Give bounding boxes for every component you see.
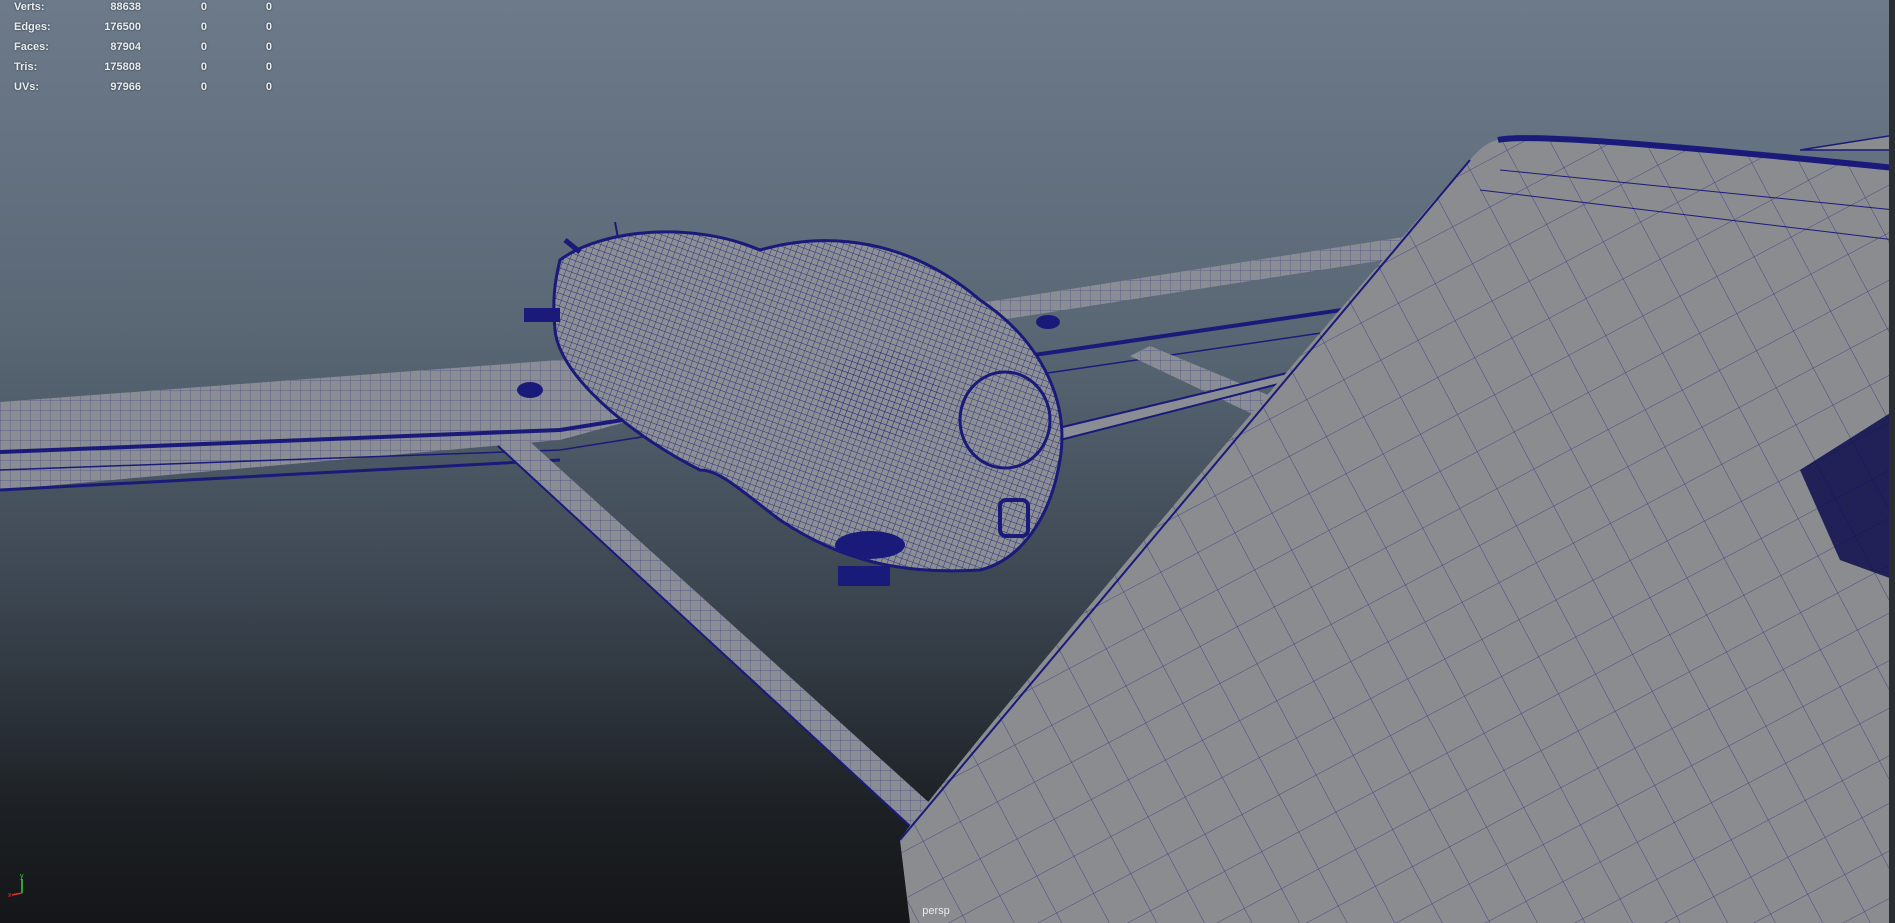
hud-selected: 0 bbox=[200, 21, 207, 33]
hud-selected-alt: 0 bbox=[265, 1, 272, 13]
hud-label: Edges: bbox=[14, 21, 51, 33]
right-wing-foreground bbox=[899, 134, 1895, 923]
hud-selected: 0 bbox=[200, 1, 207, 13]
hud-total: 175808 bbox=[104, 61, 141, 73]
hud-label: Verts: bbox=[14, 1, 45, 13]
hud-total: 87904 bbox=[110, 41, 141, 53]
hud-row-faces: Faces: 87904 0 0 bbox=[12, 40, 272, 60]
hud-label: Tris: bbox=[14, 61, 38, 73]
hud-total: 97966 bbox=[110, 81, 141, 93]
hud-selected-alt: 0 bbox=[265, 61, 272, 73]
hud-selected: 0 bbox=[200, 61, 207, 73]
poly-count-hud: Verts: 88638 0 0 Edges: 176500 0 0 Faces… bbox=[12, 0, 272, 100]
hud-label: Faces: bbox=[14, 41, 49, 53]
drone-wireframe-model[interactable] bbox=[0, 0, 1895, 923]
axis-gizmo-icon: y x bbox=[8, 873, 24, 897]
hud-selected: 0 bbox=[200, 81, 207, 93]
hud-total: 176500 bbox=[104, 21, 141, 33]
hud-total: 88638 bbox=[110, 1, 141, 13]
camera-name-label: persp bbox=[922, 905, 950, 917]
hud-row-verts: Verts: 88638 0 0 bbox=[12, 0, 272, 20]
hud-selected-alt: 0 bbox=[265, 41, 272, 53]
hud-row-tris: Tris: 175808 0 0 bbox=[12, 60, 272, 80]
hud-row-edges: Edges: 176500 0 0 bbox=[12, 20, 272, 40]
hud-label: UVs: bbox=[14, 81, 40, 93]
hud-selected-alt: 0 bbox=[265, 81, 272, 93]
axis-y-label: y bbox=[20, 873, 24, 880]
3d-viewport[interactable]: Verts: 88638 0 0 Edges: 176500 0 0 Faces… bbox=[0, 0, 1895, 923]
hud-selected-alt: 0 bbox=[265, 21, 272, 33]
hud-row-uvs: UVs: 97966 0 0 bbox=[12, 80, 272, 100]
axis-x-label: x bbox=[8, 892, 12, 897]
viewport-edge-bar bbox=[1889, 0, 1895, 923]
hud-selected: 0 bbox=[200, 41, 207, 53]
